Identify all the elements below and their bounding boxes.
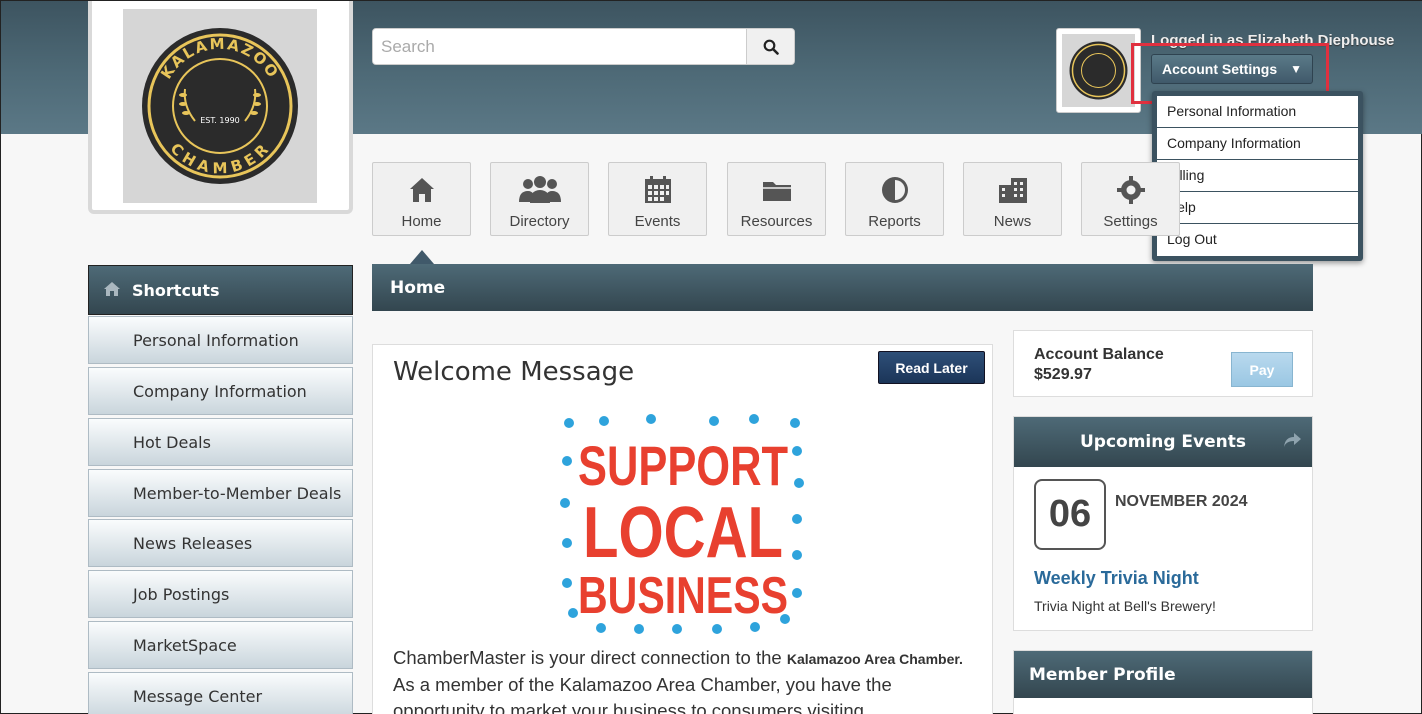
event-title-link[interactable]: Weekly Trivia Night xyxy=(1034,568,1199,589)
gear-icon xyxy=(1116,176,1145,204)
people-icon xyxy=(518,176,561,203)
shortcuts-header: Shortcuts xyxy=(88,265,353,315)
chamber-logo-panel[interactable]: KALAMAZOO CHAMBER EST. 1990 xyxy=(88,1,353,214)
account-settings-dropdown: Personal Information Company Information… xyxy=(1152,91,1363,261)
user-avatar[interactable] xyxy=(1056,28,1141,113)
welcome-text: ChamberMaster is your direct connection … xyxy=(393,645,978,714)
menu-item-billing[interactable]: Billing xyxy=(1157,160,1358,192)
nav-tile-label: Reports xyxy=(868,213,921,230)
sidebar-item-marketspace[interactable]: MarketSpace xyxy=(88,621,353,669)
sidebar-item-hot-deals[interactable]: Hot Deals xyxy=(88,418,353,466)
balance-amount: $529.97 xyxy=(1034,366,1092,383)
nav-tile-label: News xyxy=(993,213,1032,230)
nav-tile-news[interactable]: News xyxy=(963,162,1062,236)
nav-tile-settings[interactable]: Settings xyxy=(1081,162,1180,236)
nav-tile-label: Events xyxy=(634,213,681,230)
member-profile-panel: Member Profile xyxy=(1013,650,1313,714)
search-bar xyxy=(372,28,795,65)
event-day: 06 xyxy=(1034,479,1106,550)
menu-item-personal-information[interactable]: Personal Information xyxy=(1157,96,1358,128)
pay-button[interactable]: Pay xyxy=(1231,352,1293,387)
event-description: Trivia Night at Bell's Brewery! xyxy=(1034,598,1216,614)
search-button[interactable] xyxy=(746,29,794,64)
support-text: SUPPORT xyxy=(578,434,788,497)
nav-tile-label: Home xyxy=(401,213,442,230)
home-icon xyxy=(409,178,434,202)
calendar-icon xyxy=(644,176,671,203)
nav-tile-label: Settings xyxy=(1103,213,1158,230)
page-title: Home xyxy=(372,264,1313,311)
welcome-title: Welcome Message xyxy=(393,357,635,387)
account-balance-panel: Account Balance $529.97 Pay xyxy=(1013,330,1313,397)
search-input[interactable] xyxy=(373,29,747,64)
sidebar-item-personal-information[interactable]: Personal Information xyxy=(88,316,353,364)
search-icon xyxy=(763,39,779,55)
sidebar-item-company-information[interactable]: Company Information xyxy=(88,367,353,415)
local-text: LOCAL xyxy=(583,493,783,573)
nav-tile-events[interactable]: Events xyxy=(608,162,707,236)
read-later-button[interactable]: Read Later xyxy=(878,351,985,384)
welcome-text-bold: Kalamazoo Area Chamber. xyxy=(786,651,963,667)
building-icon xyxy=(998,178,1027,203)
upcoming-events-title: Upcoming Events xyxy=(1079,432,1247,452)
nav-tile-label: Resources xyxy=(740,213,813,230)
shortcuts-title: Shortcuts xyxy=(132,280,220,300)
welcome-panel: Welcome Message Read Later SUPPORT LOCAL… xyxy=(372,344,993,714)
sidebar-item-news-releases[interactable]: News Releases xyxy=(88,519,353,567)
nav-tile-reports[interactable]: Reports xyxy=(845,162,944,236)
logo-est-text: EST. 1990 xyxy=(200,116,240,125)
balance-label: Account Balance xyxy=(1034,346,1164,363)
welcome-text-part1: ChamberMaster is your direct connection … xyxy=(393,647,787,668)
nav-tile-directory[interactable]: Directory xyxy=(490,162,589,236)
home-icon xyxy=(104,282,120,296)
business-text: BUSINESS xyxy=(578,567,788,625)
welcome-text-part2: As a member of the Kalamazoo Area Chambe… xyxy=(393,674,892,714)
share-arrow-icon[interactable] xyxy=(1282,431,1302,449)
member-profile-title: Member Profile xyxy=(1014,651,1312,698)
support-local-business-image: SUPPORT LOCAL BUSINESS xyxy=(559,413,807,635)
sidebar-item-message-center[interactable]: Message Center xyxy=(88,672,353,714)
active-tile-pointer xyxy=(410,250,434,264)
chamber-logo: KALAMAZOO CHAMBER EST. 1990 xyxy=(123,9,317,203)
nav-tile-resources[interactable]: Resources xyxy=(727,162,826,236)
upcoming-events-header: Upcoming Events xyxy=(1014,417,1312,467)
sidebar-item-member-to-member-deals[interactable]: Member-to-Member Deals xyxy=(88,469,353,517)
nav-tile-home[interactable]: Home xyxy=(372,162,471,236)
event-month-year: NOVEMBER 2024 xyxy=(1115,493,1248,510)
pie-chart-icon xyxy=(881,177,908,203)
menu-item-help[interactable]: Help xyxy=(1157,192,1358,224)
upcoming-events-panel: Upcoming Events 06 NOVEMBER 2024 Weekly … xyxy=(1013,416,1313,631)
sidebar-item-job-postings[interactable]: Job Postings xyxy=(88,570,353,618)
menu-item-log-out[interactable]: Log Out xyxy=(1157,224,1358,256)
nav-tile-label: Directory xyxy=(509,213,570,230)
folder-icon xyxy=(762,182,791,201)
avatar-logo xyxy=(1062,34,1135,107)
menu-item-company-information[interactable]: Company Information xyxy=(1157,128,1358,160)
